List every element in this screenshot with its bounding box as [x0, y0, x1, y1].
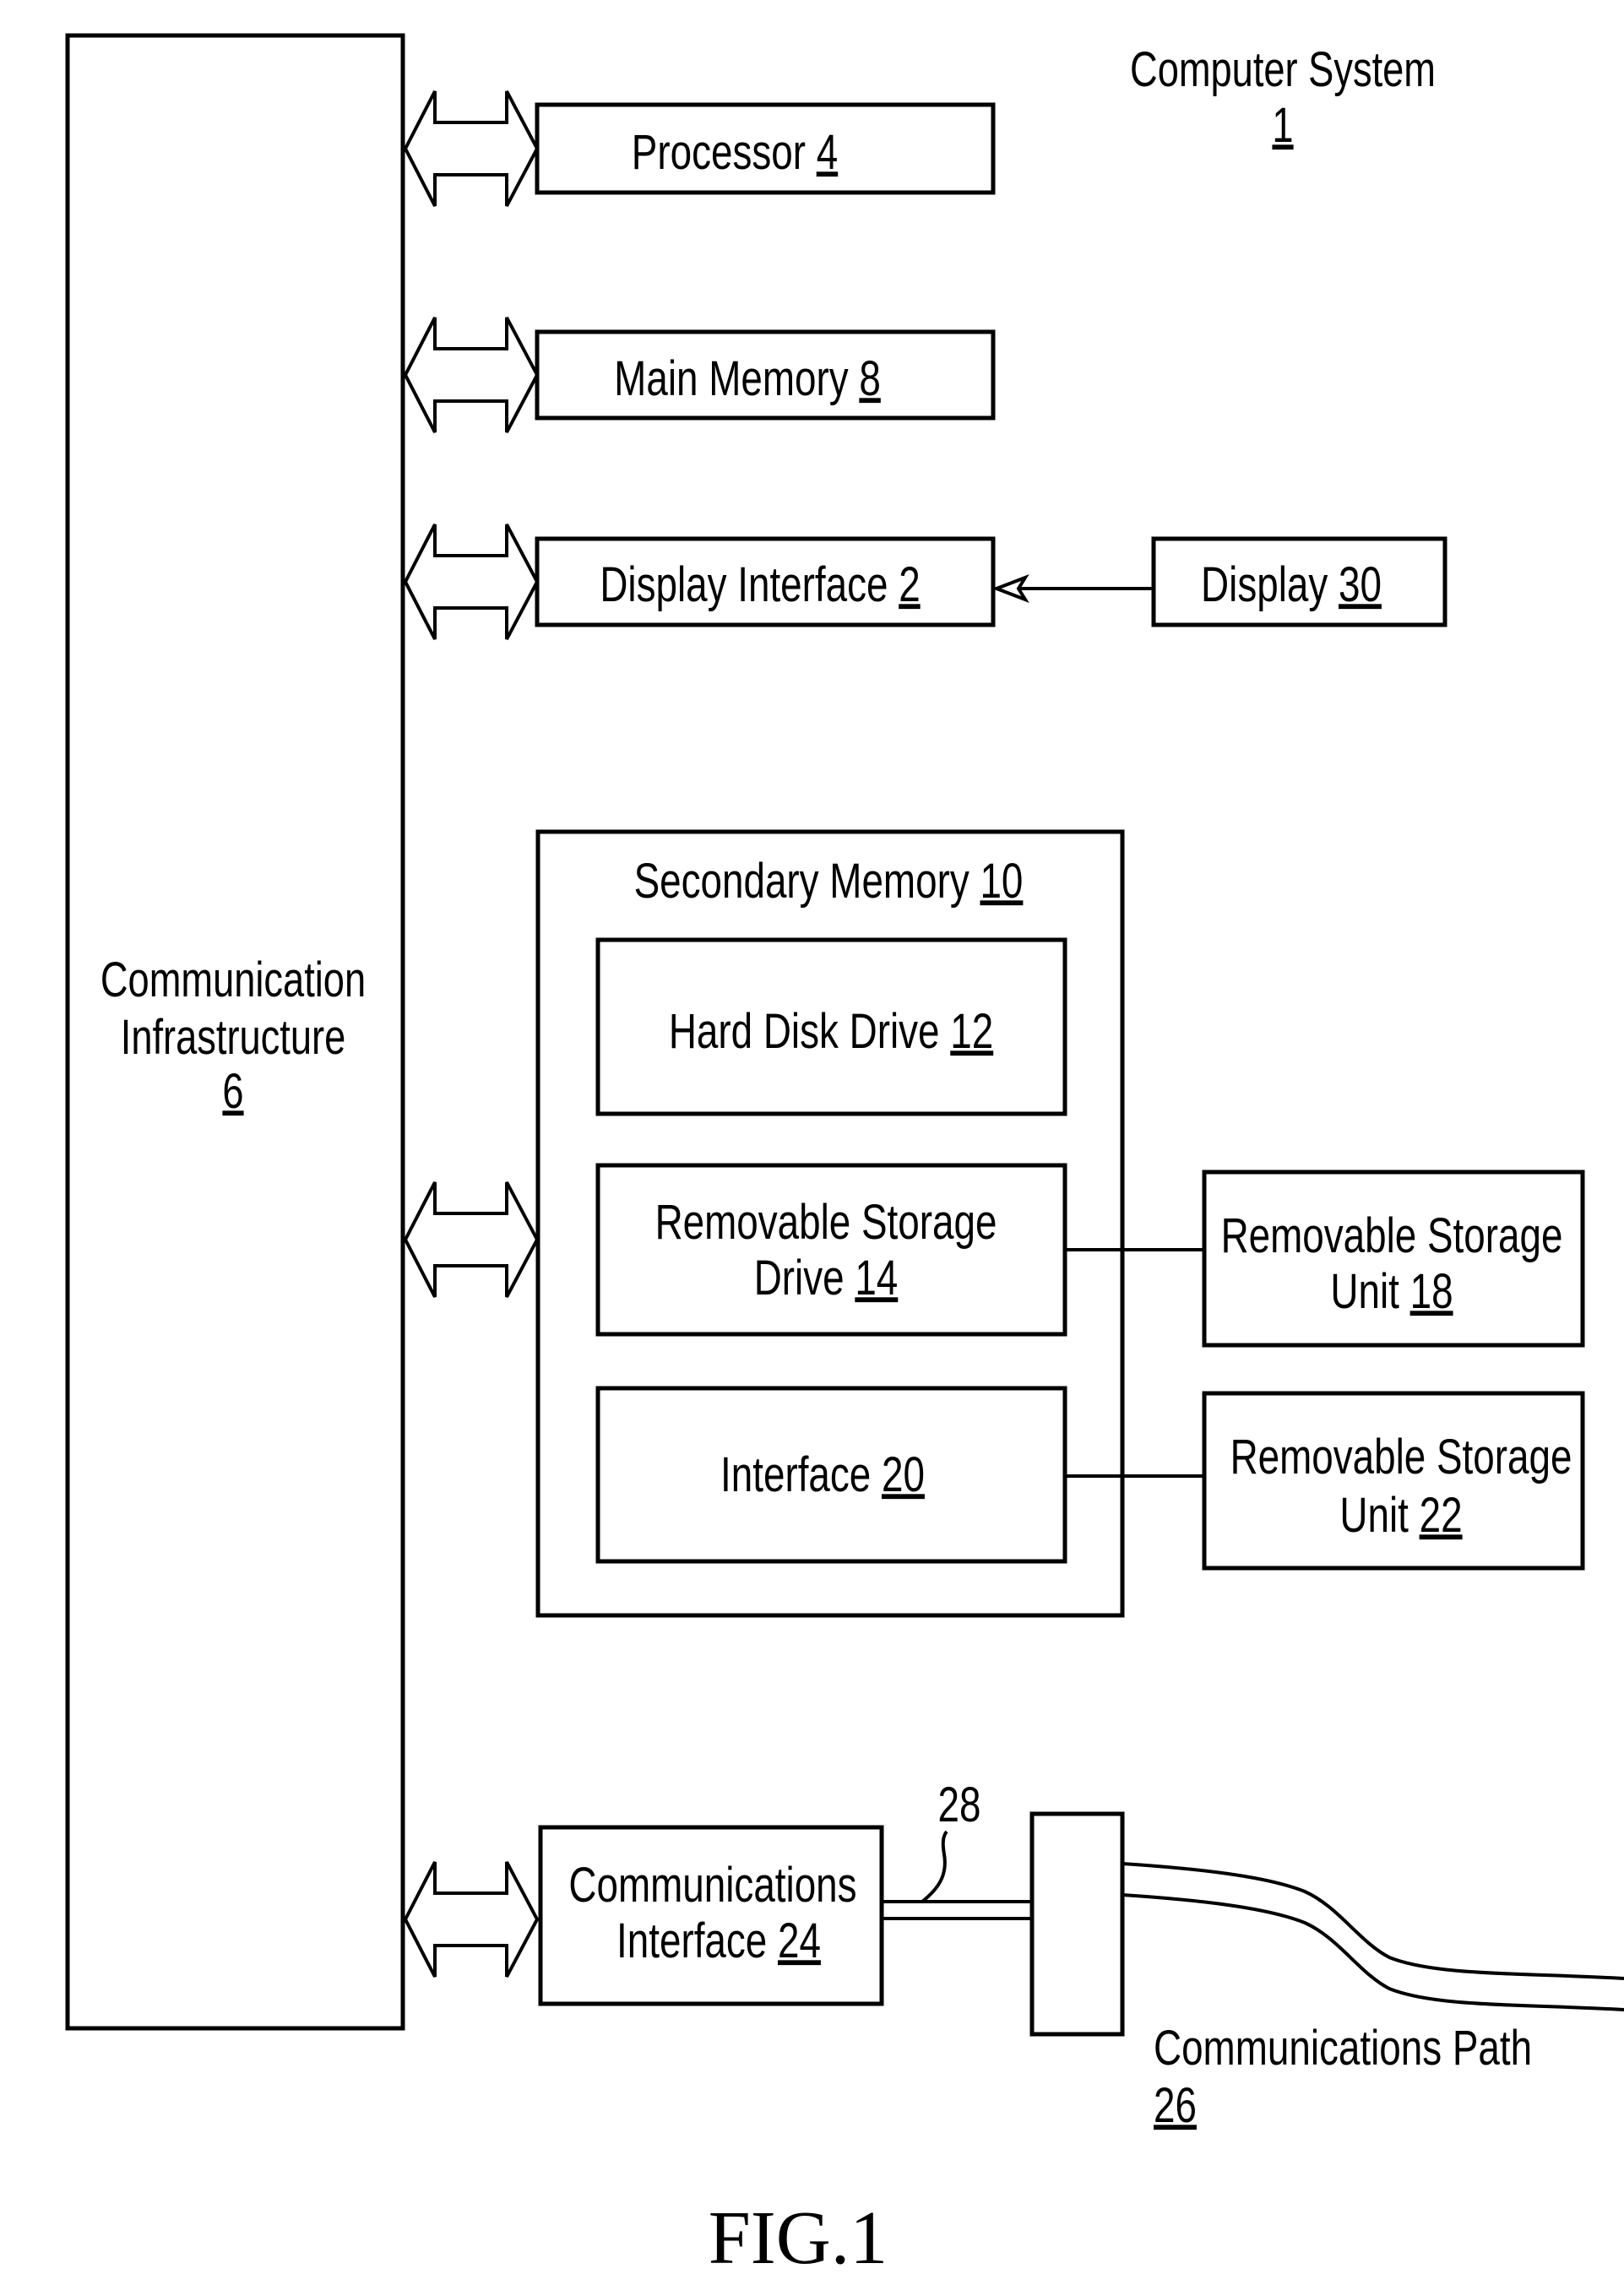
communication-infrastructure-block: Communication Infrastructure 6 [65, 33, 405, 2031]
processor-block: Processor 4 [535, 102, 996, 195]
figure-caption: FIG.1 [709, 2196, 888, 2280]
removable-storage-unit-18-block: Removable Storage Unit 18 [1202, 1170, 1585, 1348]
removable-storage-unit-22-block: Removable Storage Unit 22 [1202, 1391, 1585, 1571]
computer-system-title: Computer System 1 [1130, 43, 1436, 154]
comm-interface-label-line1: Communications [568, 1859, 856, 1913]
main-memory-bus-arrow-icon [403, 317, 540, 433]
hard-disk-drive-label: Hard Disk Drive 12 [669, 1005, 993, 1059]
removable-drive-name: Drive [754, 1251, 855, 1305]
hard-disk-name: Hard Disk Drive [669, 1005, 950, 1059]
bus-arrows [403, 90, 540, 1978]
removable-drive-label-line1: Removable Storage [655, 1196, 997, 1250]
computer-system-block-diagram: Communication Infrastructure 6 Computer … [65, 33, 1624, 2280]
main-memory-name: Main Memory [614, 352, 859, 406]
infrastructure-label-line2: Infrastructure [121, 1011, 345, 1066]
secondary-memory-name: Secondary Memory [634, 855, 980, 909]
communications-interface-block: Communications Interface 24 [538, 1825, 884, 2006]
comm-path-line-upper [1122, 1862, 1624, 1980]
main-memory-label: Main Memory 8 [614, 352, 881, 406]
display-to-interface-arrow [991, 574, 1154, 603]
comm-path-label: Communications Path [1154, 2022, 1532, 2076]
unit-22-label-line2: Unit 22 [1339, 1489, 1462, 1543]
secondary-memory-block: Secondary Memory 10 Hard Disk Drive 12 R… [535, 829, 1125, 1618]
secondary-memory-bus-arrow-icon [403, 1181, 540, 1298]
removable-storage-drive-block: Removable Storage Drive 14 [595, 1163, 1067, 1337]
display-label: Display 30 [1201, 558, 1382, 612]
unit-18-name: Unit [1330, 1265, 1409, 1319]
interface-name: Interface [720, 1448, 882, 1502]
unit-18-ref-number: 18 [1410, 1265, 1453, 1319]
display-interface-bus-arrow-icon [403, 524, 540, 640]
channel-28: 28 [882, 1778, 1032, 1920]
display-ref-number: 30 [1339, 558, 1382, 612]
comm-interface-name: Interface [616, 1914, 778, 1968]
hard-disk-ref-number: 12 [950, 1005, 993, 1059]
display-interface-name: Display Interface [600, 558, 899, 612]
main-memory-ref-number: 8 [859, 352, 880, 406]
removable-drive-label-line2: Drive 14 [754, 1251, 899, 1305]
unit-22-name: Unit [1339, 1489, 1419, 1543]
comm-path-ref-number: 26 [1154, 2079, 1197, 2133]
communications-path: Communications Path 26 [1122, 1862, 1624, 2133]
unit-22-ref-number: 22 [1420, 1489, 1463, 1543]
infrastructure-label-line1: Communication [100, 953, 366, 1008]
display-interface-label: Display Interface 2 [600, 558, 920, 612]
computer-system-label: Computer System [1130, 43, 1436, 98]
display-block: Display 30 [1151, 536, 1447, 627]
processor-ref-number: 4 [817, 126, 838, 180]
connector-box [1029, 1811, 1125, 2037]
infrastructure-ref-number: 6 [222, 1065, 243, 1120]
interface-label: Interface 20 [720, 1448, 925, 1502]
processor-bus-arrow-icon [403, 90, 540, 207]
interface-ref-number: 20 [882, 1448, 925, 1502]
unit-18-label-line2: Unit 18 [1330, 1265, 1453, 1319]
secondary-memory-label: Secondary Memory 10 [634, 855, 1024, 909]
secondary-memory-ref-number: 10 [980, 855, 1023, 909]
channel-leader-line [921, 1830, 948, 1903]
unit-18-label-line1: Removable Storage [1221, 1209, 1563, 1263]
unit-22-label-line1: Removable Storage [1230, 1430, 1572, 1484]
interface-block: Interface 20 [595, 1386, 1067, 1564]
processor-label: Processor 4 [632, 126, 838, 180]
display-interface-block: Display Interface 2 [535, 536, 996, 627]
comm-interface-label-line2: Interface 24 [616, 1914, 821, 1968]
comm-interface-bus-arrow-icon [403, 1861, 540, 1978]
main-memory-block: Main Memory 8 [535, 329, 996, 421]
channel-ref-number: 28 [938, 1778, 981, 1832]
comm-interface-ref-number: 24 [778, 1914, 821, 1968]
display-name: Display [1201, 558, 1339, 612]
removable-drive-ref-number: 14 [855, 1251, 898, 1305]
processor-name: Processor [632, 126, 817, 180]
computer-system-ref-number: 1 [1272, 99, 1293, 154]
comm-path-line-lower [1122, 1893, 1624, 2011]
display-interface-ref-number: 2 [899, 558, 920, 612]
hard-disk-drive-block: Hard Disk Drive 12 [595, 937, 1067, 1116]
